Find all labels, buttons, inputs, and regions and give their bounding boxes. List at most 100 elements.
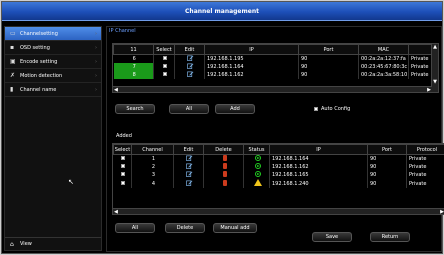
column-header[interactable]: Select bbox=[113, 144, 132, 155]
sidebar-item-label: Encode setting bbox=[20, 58, 58, 65]
port-cell: 90 bbox=[298, 54, 359, 63]
sidebar-item-osd-setting[interactable]: ▪ OSD setting › bbox=[5, 41, 101, 55]
column-header[interactable]: Select bbox=[153, 44, 175, 55]
table-row[interactable]: 6 192.168.1.195 90 00:2a:2a:12:37:fa Pri… bbox=[113, 54, 438, 63]
ip-cell: 192.168.1.165 bbox=[269, 171, 368, 179]
port-cell: 90 bbox=[367, 171, 407, 179]
select-checkbox[interactable] bbox=[163, 64, 167, 68]
column-header[interactable]: Delete bbox=[203, 144, 244, 155]
scroll-right-icon[interactable]: ▶ bbox=[440, 209, 444, 215]
ip-cell: 192.168.1.195 bbox=[204, 54, 299, 63]
main-window: Channel management ▭ Channelsetting › ▪ … bbox=[1, 1, 444, 254]
scroll-down-icon[interactable]: ▼ bbox=[432, 79, 438, 86]
add-button[interactable]: Add bbox=[215, 104, 255, 114]
channel-cell: 2 bbox=[131, 163, 174, 171]
table-row[interactable]: 2 192.168.1.162 90 Private bbox=[113, 163, 444, 171]
table-row[interactable]: 7 192.168.1.164 90 00:23:45:67:80:3c Pri… bbox=[113, 63, 438, 71]
edit-icon[interactable] bbox=[186, 163, 193, 169]
ip-cell: 192.168.1.164 bbox=[269, 154, 368, 163]
trash-icon[interactable] bbox=[222, 155, 227, 161]
select-checkbox[interactable] bbox=[163, 56, 167, 60]
home-icon: ⌂ bbox=[10, 240, 14, 248]
column-header[interactable]: MAC bbox=[358, 44, 409, 55]
select-all-bottom-button[interactable]: All bbox=[115, 223, 155, 233]
mac-cell: 00:2a:2a:12:37:fa bbox=[358, 54, 409, 63]
protocol-cell: Private bbox=[406, 179, 444, 188]
row-number: 8 bbox=[113, 71, 154, 79]
chevron-right-icon: › bbox=[95, 86, 97, 93]
channel-cell: 4 bbox=[131, 179, 174, 188]
scroll-left-icon[interactable]: ◀ bbox=[114, 209, 118, 215]
column-header[interactable]: Edit bbox=[174, 44, 205, 55]
status-online-icon bbox=[254, 163, 261, 169]
column-header[interactable]: IP bbox=[269, 144, 368, 155]
sidebar-item-channelsetting[interactable]: ▭ Channelsetting › bbox=[5, 27, 101, 41]
port-cell: 90 bbox=[298, 63, 359, 71]
sidebar-item-label: OSD setting bbox=[20, 44, 50, 51]
column-header[interactable]: Edit bbox=[173, 144, 204, 155]
page-title: IP Channel bbox=[109, 28, 136, 34]
trash-icon[interactable] bbox=[222, 171, 227, 177]
column-header[interactable]: Protocol bbox=[406, 144, 444, 155]
view-button[interactable]: ⌂ View bbox=[5, 237, 101, 250]
document-icon: ▮ bbox=[10, 86, 14, 93]
sidebar-item-encode-setting[interactable]: ▣ Encode setting › bbox=[5, 55, 101, 69]
chevron-right-icon: › bbox=[95, 58, 97, 65]
save-button[interactable]: Save bbox=[312, 232, 352, 242]
edit-icon[interactable] bbox=[186, 180, 193, 186]
column-header[interactable]: Port bbox=[367, 144, 407, 155]
ip-cell: 192.168.1.162 bbox=[204, 71, 299, 79]
auto-config-checkbox[interactable] bbox=[314, 107, 318, 111]
delete-button[interactable]: Delete bbox=[165, 223, 205, 233]
edit-icon[interactable] bbox=[187, 71, 194, 77]
scroll-right-icon[interactable]: ▶ bbox=[427, 87, 431, 93]
port-cell: 90 bbox=[367, 154, 407, 163]
sidebar: ▭ Channelsetting › ▪ OSD setting › ▣ Enc… bbox=[4, 26, 102, 251]
protocol-cell: Private bbox=[406, 163, 444, 171]
edit-icon[interactable] bbox=[186, 171, 193, 177]
select-checkbox[interactable] bbox=[121, 164, 126, 168]
row-number: 6 bbox=[113, 54, 154, 63]
manual-add-button[interactable]: Manual add bbox=[213, 223, 257, 233]
select-checkbox[interactable] bbox=[163, 72, 167, 76]
table-row[interactable]: 4 192.168.1.240 90 Private bbox=[113, 179, 444, 188]
port-cell: 90 bbox=[367, 179, 407, 188]
edit-icon[interactable] bbox=[186, 155, 193, 161]
status-online-icon bbox=[254, 155, 261, 161]
scroll-left-icon[interactable]: ◀ bbox=[114, 87, 118, 93]
table-row[interactable]: 1 192.168.1.164 90 Private bbox=[113, 154, 444, 163]
return-button[interactable]: Return bbox=[370, 232, 410, 242]
added-section-title: Added bbox=[116, 133, 132, 139]
column-header[interactable]: IP bbox=[204, 44, 299, 55]
edit-icon[interactable] bbox=[187, 63, 194, 69]
chevron-right-icon: › bbox=[95, 72, 97, 79]
column-header[interactable]: Status bbox=[243, 144, 270, 155]
edit-icon[interactable] bbox=[187, 55, 194, 61]
sidebar-item-channel-name[interactable]: ▮ Channel name › bbox=[5, 83, 101, 97]
table-row[interactable]: 3 192.168.1.165 90 Private bbox=[113, 171, 444, 179]
horizontal-scrollbar[interactable]: ◀ ▶ bbox=[113, 86, 432, 92]
column-header[interactable]: Port bbox=[298, 44, 359, 55]
sidebar-item-label: Channel name bbox=[20, 86, 57, 93]
table-row[interactable]: 8 192.168.1.162 90 00:2a:2a:3a:58:10 Pri… bbox=[113, 71, 438, 79]
trash-icon[interactable] bbox=[222, 179, 227, 186]
select-checkbox[interactable] bbox=[121, 180, 126, 185]
ip-cell: 192.168.1.162 bbox=[269, 163, 368, 171]
sidebar-item-label: Motion detection bbox=[20, 72, 63, 79]
auto-config-option[interactable]: Auto Config bbox=[314, 106, 350, 112]
select-checkbox[interactable] bbox=[121, 156, 126, 160]
select-all-top-button[interactable]: All bbox=[169, 104, 209, 114]
chevron-right-icon: › bbox=[95, 30, 97, 37]
horizontal-scrollbar[interactable]: ◀ ▶ bbox=[113, 208, 444, 214]
sidebar-item-motion-detection[interactable]: ✗ Motion detection › bbox=[5, 69, 101, 83]
scroll-up-icon[interactable]: ▲ bbox=[432, 44, 438, 51]
column-header[interactable]: 11 bbox=[113, 44, 154, 55]
search-button[interactable]: Search bbox=[115, 104, 155, 114]
trash-icon[interactable] bbox=[222, 163, 227, 169]
select-checkbox[interactable] bbox=[121, 172, 126, 176]
channel-cell: 1 bbox=[131, 154, 174, 163]
camera-icon: ▭ bbox=[10, 30, 16, 37]
vertical-scrollbar[interactable]: ▲ ▼ bbox=[431, 44, 438, 92]
column-header[interactable]: Channel bbox=[131, 144, 174, 155]
protocol-cell: Private bbox=[406, 154, 444, 163]
